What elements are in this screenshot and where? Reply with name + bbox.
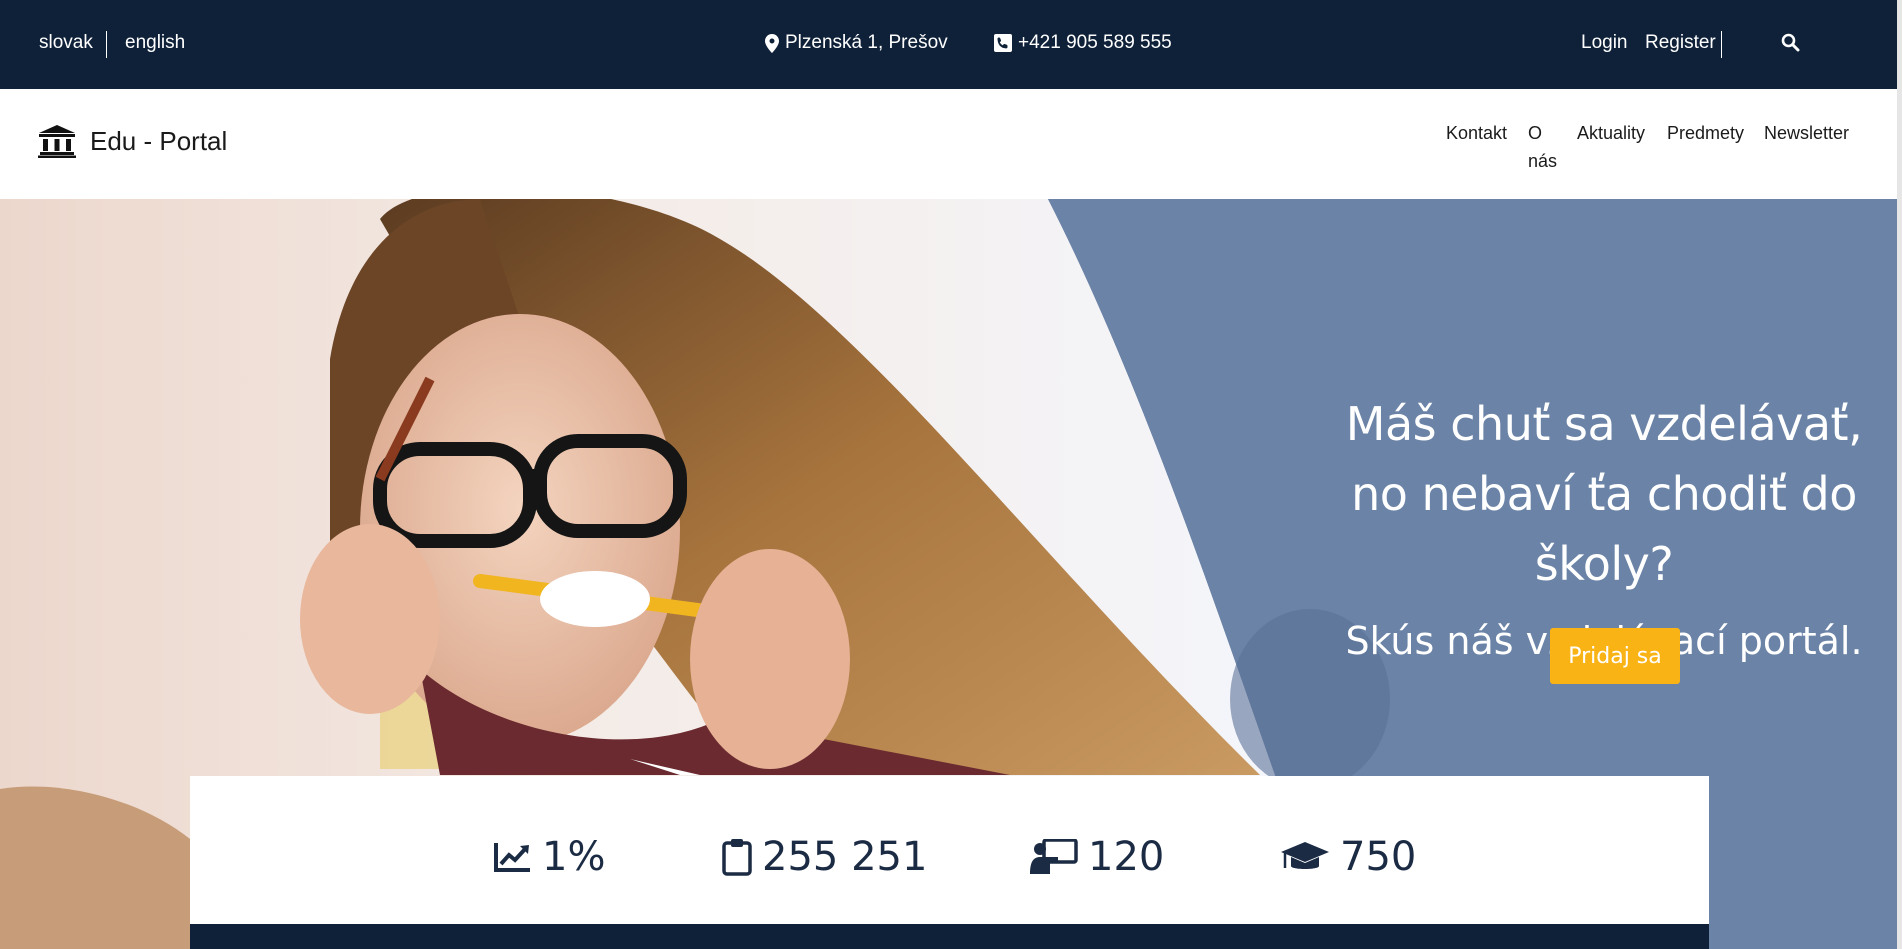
- stats-bar: 1% 255 251 120 750: [190, 776, 1709, 924]
- university-icon: [38, 125, 76, 158]
- brand-name: Edu - Portal: [90, 126, 228, 156]
- nav-newsletter[interactable]: Newsletter: [1764, 119, 1849, 147]
- graduation-cap-icon: [1281, 842, 1329, 869]
- hero-line-1: Máš chuť sa vzdelávať,: [1345, 397, 1863, 451]
- login-link[interactable]: Login: [1581, 32, 1628, 54]
- nav-o-nas[interactable]: O nás: [1528, 119, 1558, 175]
- stat-value: 255 251: [762, 834, 928, 880]
- phone-text: +421 905 589 555: [1018, 32, 1172, 53]
- nav-kontakt[interactable]: Kontakt: [1446, 119, 1507, 147]
- stat-students: 750: [1280, 834, 1416, 880]
- stat-tasks: 255 251: [722, 834, 927, 880]
- stat-value: 750: [1340, 834, 1417, 880]
- search-button[interactable]: [1781, 33, 1800, 58]
- stat-value: 120: [1088, 834, 1165, 880]
- nav-aktuality[interactable]: Aktuality: [1577, 119, 1645, 147]
- auth-divider: [1721, 31, 1722, 58]
- address: Plzenská 1, Prešov: [765, 32, 948, 54]
- register-link[interactable]: Register: [1645, 32, 1716, 54]
- join-button[interactable]: Pridaj sa: [1550, 628, 1680, 684]
- lang-english-link[interactable]: english: [125, 32, 185, 54]
- scrollbar[interactable]: [1897, 0, 1902, 949]
- stat-teachers: 120: [1030, 834, 1164, 880]
- chart-line-icon: [494, 843, 530, 872]
- chalkboard-teacher-icon: [1030, 839, 1078, 874]
- brand[interactable]: Edu - Portal: [38, 125, 227, 158]
- lang-divider: [106, 31, 107, 58]
- map-marker-icon: [765, 33, 779, 53]
- footer-strip: [190, 924, 1709, 949]
- search-icon: [1781, 33, 1800, 52]
- main-navbar: Edu - Portal Kontakt O nás Aktuality Pre…: [0, 89, 1902, 199]
- nav-predmety[interactable]: Predmety: [1667, 119, 1744, 147]
- clipboard-icon: [722, 839, 752, 876]
- top-bar: slovak english Plzenská 1, Prešov +421 9…: [0, 0, 1902, 89]
- address-text: Plzenská 1, Prešov: [785, 32, 948, 53]
- lang-slovak-link[interactable]: slovak: [39, 32, 93, 54]
- hero-line-2: no nebaví ťa chodiť do školy?: [1351, 467, 1857, 591]
- phone: +421 905 589 555: [994, 32, 1172, 54]
- phone-icon: [994, 34, 1012, 52]
- stat-growth: 1%: [494, 834, 605, 880]
- stat-value: 1%: [542, 834, 606, 880]
